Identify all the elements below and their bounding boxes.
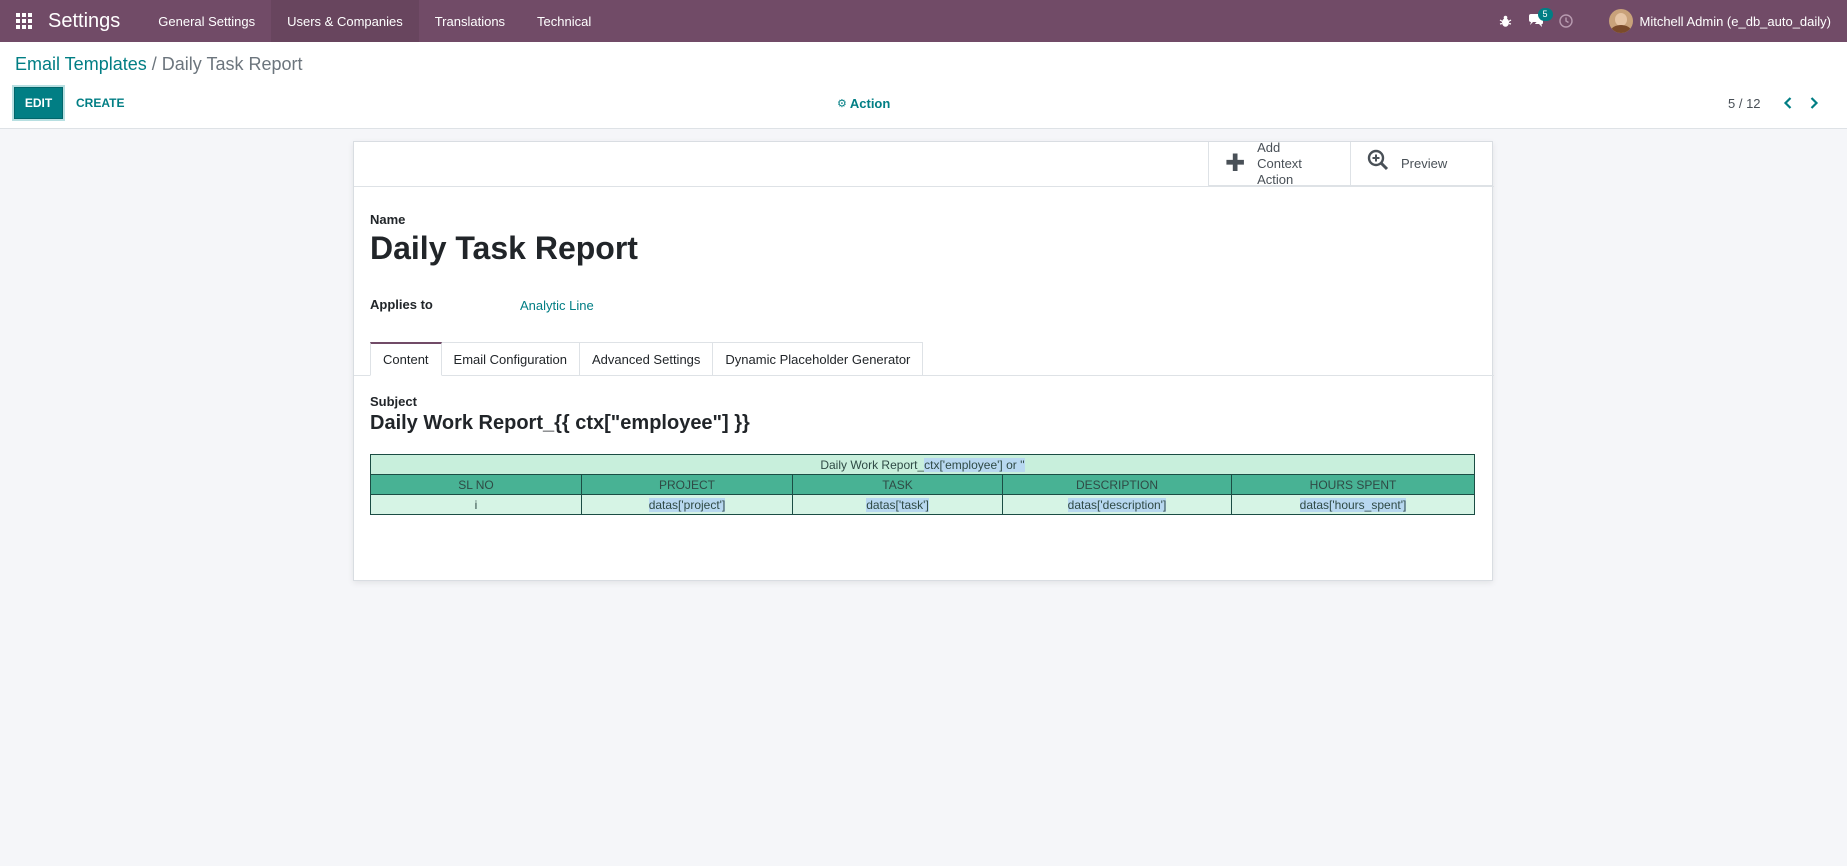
user-avatar bbox=[1608, 9, 1633, 33]
cell-project-text: datas['project'] bbox=[648, 497, 726, 512]
action-label: Action bbox=[849, 95, 891, 111]
create-button[interactable]: CREATE bbox=[76, 87, 124, 119]
menu-translations[interactable]: Translations bbox=[419, 0, 521, 42]
tab-email-configuration[interactable]: Email Configuration bbox=[440, 342, 580, 375]
notebook-tabs: Content Email Configuration Advanced Set… bbox=[370, 342, 924, 376]
cell-description-text: datas['description'] bbox=[1067, 497, 1167, 512]
add-action-line1: Add bbox=[1257, 139, 1281, 155]
report-header-row: SL NO PROJECT TASK DESCRIPTION HOURS SPE… bbox=[370, 474, 1475, 495]
pager-previous-icon[interactable] bbox=[1775, 87, 1801, 119]
debug-bug-icon[interactable] bbox=[1491, 0, 1521, 42]
breadcrumb-email-templates[interactable]: Email Templates bbox=[15, 54, 147, 74]
plus-icon: ✚ bbox=[1225, 150, 1246, 177]
report-title-prefix: Daily Work Report_ bbox=[820, 457, 925, 472]
breadcrumb: Email Templates / Daily Task Report bbox=[15, 54, 303, 75]
tab-content[interactable]: Content bbox=[370, 342, 442, 376]
applies-to-link[interactable]: Analytic Line bbox=[520, 298, 594, 313]
subject-value: Daily Work Report_{{ ctx["employee"] }} bbox=[370, 412, 750, 434]
cell-hours-spent-text: datas['hours_spent'] bbox=[1299, 497, 1407, 512]
cell-task: datas['task'] bbox=[792, 494, 1003, 515]
tabs-divider bbox=[354, 375, 1494, 376]
cell-sl-no-text: i bbox=[474, 497, 478, 512]
preview-button[interactable]: Preview bbox=[1350, 142, 1492, 186]
form-sheet: ✚ Add Context Action Preview Name Daily … bbox=[353, 139, 1494, 581]
messages-icon[interactable]: 5 bbox=[1521, 0, 1553, 42]
user-name: Mitchell Admin (e_db_auto_daily) bbox=[1639, 13, 1832, 29]
pager-next-icon[interactable] bbox=[1801, 87, 1827, 119]
user-menu[interactable]: Mitchell Admin (e_db_auto_daily) bbox=[1608, 9, 1832, 33]
table-row: i datas['project'] datas['task'] datas['… bbox=[370, 494, 1475, 515]
preview-label: Preview bbox=[1401, 156, 1448, 171]
control-panel: Email Templates / Daily Task Report EDIT… bbox=[0, 42, 1847, 129]
search-plus-icon bbox=[1367, 149, 1389, 178]
cell-sl-no: i bbox=[370, 494, 582, 515]
menu-technical[interactable]: Technical bbox=[521, 0, 607, 42]
app-brand[interactable]: Settings bbox=[48, 10, 120, 33]
action-menu-button[interactable]: ⚙ Action bbox=[837, 87, 890, 119]
add-context-action-button[interactable]: ✚ Add Context Action bbox=[1208, 139, 1350, 187]
top-navbar: Settings General Settings Users & Compan… bbox=[0, 0, 1847, 42]
button-box: ✚ Add Context Action Preview bbox=[1208, 139, 1492, 187]
menu-users-companies[interactable]: Users & Companies bbox=[271, 0, 419, 42]
breadcrumb-current: Daily Task Report bbox=[161, 54, 303, 74]
divider bbox=[354, 186, 1494, 187]
cell-project: datas['project'] bbox=[581, 494, 793, 515]
apps-menu-icon[interactable] bbox=[0, 0, 48, 42]
breadcrumb-separator: / bbox=[151, 54, 157, 74]
pager-value[interactable]: 5 / 12 bbox=[1728, 96, 1761, 111]
gear-icon: ⚙ bbox=[837, 97, 847, 110]
report-table: Daily Work Report_ctx['employee'] or '' … bbox=[370, 454, 1475, 515]
activity-clock-icon[interactable] bbox=[1551, 0, 1581, 42]
report-title-row: Daily Work Report_ctx['employee'] or '' bbox=[370, 454, 1475, 475]
cell-task-text: datas['task'] bbox=[866, 497, 929, 512]
report-title-cell: Daily Work Report_ctx['employee'] or '' bbox=[370, 454, 1475, 475]
header-project: PROJECT bbox=[581, 474, 793, 495]
menu-general-settings[interactable]: General Settings bbox=[142, 0, 271, 42]
name-label: Name bbox=[370, 212, 406, 227]
pager: 5 / 12 bbox=[1728, 87, 1827, 119]
cell-hours-spent: datas['hours_spent'] bbox=[1231, 494, 1475, 515]
header-description: DESCRIPTION bbox=[1002, 474, 1232, 495]
edit-button[interactable]: EDIT bbox=[12, 85, 65, 121]
subject-label: Subject bbox=[370, 394, 417, 409]
cell-description: datas['description'] bbox=[1002, 494, 1232, 515]
tab-advanced-settings[interactable]: Advanced Settings bbox=[579, 342, 714, 375]
header-hours-spent: HOURS SPENT bbox=[1231, 474, 1475, 495]
header-task: TASK bbox=[792, 474, 1003, 495]
applies-to-label: Applies to bbox=[370, 297, 433, 312]
add-action-line2: Context Action bbox=[1257, 155, 1302, 187]
header-sl-no: SL NO bbox=[370, 474, 582, 495]
report-title-highlight: ctx['employee'] or '' bbox=[924, 457, 1025, 472]
tab-dynamic-placeholder-generator[interactable]: Dynamic Placeholder Generator bbox=[712, 342, 924, 375]
name-value: Daily Task Report bbox=[370, 230, 638, 266]
